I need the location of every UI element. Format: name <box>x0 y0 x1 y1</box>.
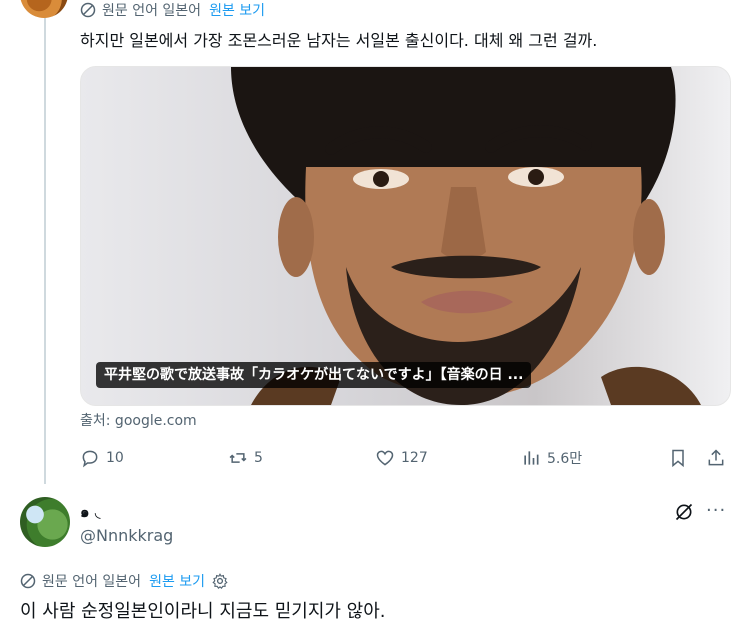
like-button[interactable]: 127 <box>375 448 428 468</box>
like-icon <box>376 450 394 466</box>
reply-translation-notice: 원문 언어 일본어 원본 보기 <box>20 571 229 591</box>
card-source[interactable]: 출처: google.com <box>80 410 197 430</box>
reply-count: 10 <box>106 450 124 466</box>
reply-avatar[interactable] <box>20 497 70 547</box>
translation-label: 원문 언어 일본어 <box>102 3 202 19</box>
retweet-icon <box>229 453 247 463</box>
reply-translation-label: 원문 언어 일본어 <box>42 574 142 590</box>
retweet-count: 5 <box>254 450 263 466</box>
views-button[interactable]: 5.6만 <box>521 448 582 468</box>
share-button[interactable] <box>706 448 726 472</box>
reply-button[interactable]: 10 <box>80 448 124 468</box>
translate-icon <box>20 573 36 589</box>
share-icon <box>708 449 724 466</box>
thread-connector-line <box>44 0 46 484</box>
settings-icon[interactable] <box>211 572 229 590</box>
translation-notice: 원문 언어 일본어 원본 보기 <box>80 0 265 20</box>
views-count: 5.6만 <box>547 451 583 467</box>
reply-display-name[interactable]: ๑ ◟ <box>80 500 101 524</box>
like-count: 127 <box>401 450 428 466</box>
bookmark-button[interactable] <box>668 448 688 472</box>
view-original-link[interactable]: 원본 보기 <box>209 0 265 20</box>
reply-text: 이 사람 순정일본인이라니 지금도 믿기지가 않아. <box>20 601 386 622</box>
grok-icon <box>675 503 693 521</box>
bookmark-icon <box>672 449 684 468</box>
views-icon <box>524 451 539 465</box>
retweet-button[interactable]: 5 <box>228 448 263 468</box>
reply-icon <box>82 450 98 468</box>
media-card[interactable] <box>80 66 731 406</box>
reply-handle[interactable]: @Nnnkkrag <box>80 526 173 545</box>
avatar[interactable] <box>20 0 68 18</box>
tweet-text: 하지만 일본에서 가장 조몬스러운 남자는 서일본 출신이다. 대체 왜 그런 … <box>80 31 598 50</box>
media-caption[interactable]: 平井堅の歌で放送事故「カラオケが出てないですよ」【音楽の日 ... <box>96 362 532 388</box>
more-icon[interactable]: ··· <box>706 500 726 521</box>
media-photo <box>231 67 701 405</box>
grok-button[interactable] <box>674 502 694 526</box>
translate-icon <box>80 2 96 18</box>
reply-view-original-link[interactable]: 원본 보기 <box>149 571 205 591</box>
